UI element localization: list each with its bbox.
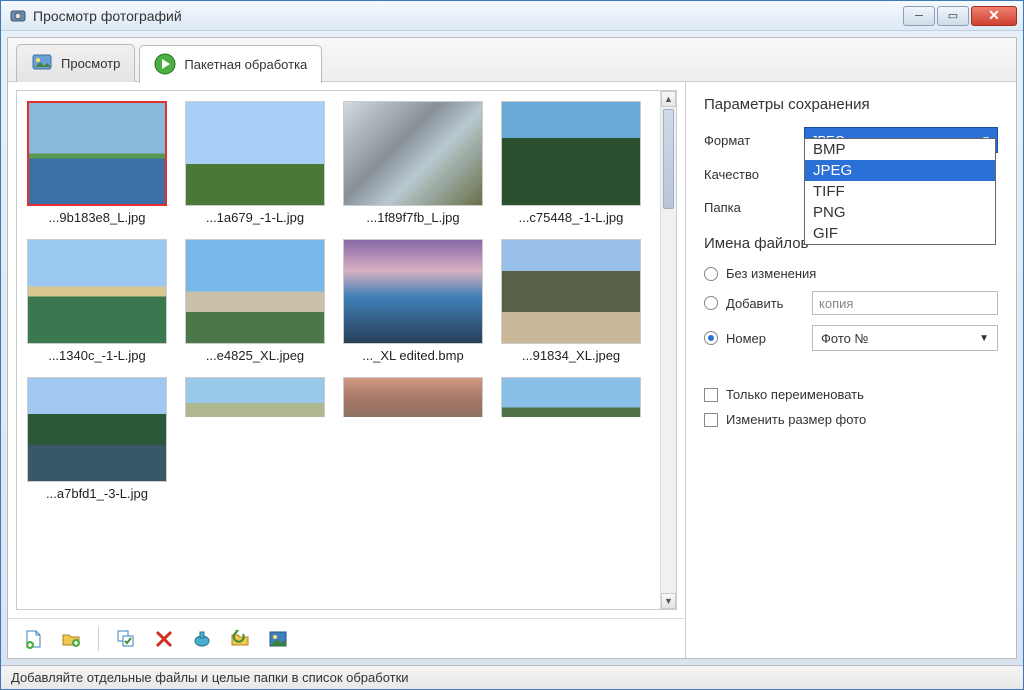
remove-icon[interactable]: [153, 628, 175, 650]
thumbnail[interactable]: ...1340c_-1-L.jpg: [27, 239, 167, 363]
no-change-row: Без изменения: [704, 266, 998, 281]
save-params-title: Параметры сохранения: [704, 96, 998, 113]
format-option[interactable]: PNG: [805, 202, 995, 223]
app-icon: [9, 7, 27, 25]
chevron-down-icon: ▼: [979, 333, 989, 344]
format-option[interactable]: TIFF: [805, 181, 995, 202]
edit-image-icon[interactable]: [267, 628, 289, 650]
thumbnail-image: [343, 239, 483, 344]
add-row: Добавить копия: [704, 291, 998, 315]
side-panel: Параметры сохранения Формат JPEG ▼ BMPJP…: [686, 82, 1016, 658]
thumbnail[interactable]: ...c75448_-1-L.jpg: [501, 101, 641, 225]
rename-only-checkbox[interactable]: [704, 388, 718, 402]
add-folder-icon[interactable]: [60, 628, 82, 650]
rotate-icon[interactable]: [229, 628, 251, 650]
add-label: Добавить: [726, 296, 804, 311]
thumbnail-label: ...91834_XL.jpeg: [501, 348, 641, 363]
photo-icon: [31, 52, 53, 74]
thumbnail-image: [501, 239, 641, 344]
tabs: Просмотр Пакетная обработка: [8, 38, 1016, 82]
scrollbar-thumb[interactable]: [663, 109, 674, 209]
number-radio[interactable]: [704, 331, 718, 345]
thumbnail-label: ...1a679_-1-L.jpg: [185, 210, 325, 225]
number-value: Фото №: [821, 331, 868, 346]
thumbnail[interactable]: [501, 377, 641, 501]
resize-row: Изменить размер фото: [704, 412, 998, 427]
no-change-label: Без изменения: [726, 266, 816, 281]
format-dropdown: BMPJPEGTIFFPNGGIF: [804, 138, 996, 245]
thumbnail-image: [185, 239, 325, 344]
minimize-button[interactable]: ─: [903, 6, 935, 26]
format-label: Формат: [704, 133, 794, 148]
thumbnails-pane: ...9b183e8_L.jpg ...1a679_-1-L.jpg ...1f89…: [8, 82, 686, 658]
resize-checkbox[interactable]: [704, 413, 718, 427]
tab-batch-label: Пакетная обработка: [184, 57, 307, 72]
thumbnail[interactable]: [343, 377, 483, 501]
thumbnail-image: [343, 101, 483, 206]
vertical-scrollbar[interactable]: ▲ ▼: [660, 91, 676, 609]
add-file-icon[interactable]: [22, 628, 44, 650]
format-option[interactable]: GIF: [805, 223, 995, 244]
thumbnail-image: [501, 377, 641, 417]
thumbnail-label: ...1340c_-1-L.jpg: [27, 348, 167, 363]
thumbnails-grid: ...9b183e8_L.jpg ...1a679_-1-L.jpg ...1f89…: [17, 91, 676, 511]
thumbnail[interactable]: ...9b183e8_L.jpg: [27, 101, 167, 225]
add-radio[interactable]: [704, 296, 718, 310]
thumbnail[interactable]: ...1f89f7fb_L.jpg: [343, 101, 483, 225]
close-button[interactable]: ✕: [971, 6, 1017, 26]
statusbar: Добавляйте отдельные файлы и целые папки…: [1, 665, 1023, 689]
application-window: Просмотр фотографий ─ ▭ ✕ Просмотр Пакет…: [0, 0, 1024, 690]
thumbnail-image: [343, 377, 483, 417]
thumbnail-image: [501, 101, 641, 206]
rename-only-row: Только переименовать: [704, 387, 998, 402]
thumbnail[interactable]: ...1a679_-1-L.jpg: [185, 101, 325, 225]
format-option[interactable]: JPEG: [805, 160, 995, 181]
toolbar-separator: [98, 627, 99, 651]
thumbnail-image: [27, 101, 167, 206]
number-label: Номер: [726, 331, 804, 346]
no-change-radio[interactable]: [704, 267, 718, 281]
content-area: Просмотр Пакетная обработка ...9b183e8_L…: [7, 37, 1017, 659]
thumbnail-label: ..._XL edited.bmp: [343, 348, 483, 363]
resize-label: Изменить размер фото: [726, 412, 866, 427]
thumbnail-label: ...e4825_XL.jpeg: [185, 348, 325, 363]
thumbnail[interactable]: ...a7bfd1_-3-L.jpg: [27, 377, 167, 501]
titlebar: Просмотр фотографий ─ ▭ ✕: [1, 1, 1023, 31]
thumbnail-label: ...1f89f7fb_L.jpg: [343, 210, 483, 225]
clear-icon[interactable]: [191, 628, 213, 650]
maximize-button[interactable]: ▭: [937, 6, 969, 26]
thumbnail-label: ...9b183e8_L.jpg: [27, 210, 167, 225]
select-all-icon[interactable]: [115, 628, 137, 650]
thumbnail-image: [27, 377, 167, 482]
thumbnail-image: [185, 377, 325, 417]
tab-view-label: Просмотр: [61, 56, 120, 71]
format-option[interactable]: BMP: [805, 139, 995, 160]
quality-label: Качество: [704, 167, 794, 182]
window-controls: ─ ▭ ✕: [903, 6, 1017, 26]
folder-label: Папка: [704, 200, 794, 215]
thumbnails-scroll: ...9b183e8_L.jpg ...1a679_-1-L.jpg ...1f89…: [16, 90, 677, 610]
bottom-toolbar: [8, 618, 685, 658]
window-title: Просмотр фотографий: [33, 8, 903, 24]
thumbnail[interactable]: ..._XL edited.bmp: [343, 239, 483, 363]
thumbnail-label: ...c75448_-1-L.jpg: [501, 210, 641, 225]
thumbnail-label: ...a7bfd1_-3-L.jpg: [27, 486, 167, 501]
add-suffix-input[interactable]: копия: [812, 291, 998, 315]
number-combo[interactable]: Фото № ▼: [812, 325, 998, 351]
thumbnail-image: [185, 101, 325, 206]
tab-view[interactable]: Просмотр: [16, 44, 135, 82]
tab-batch[interactable]: Пакетная обработка: [139, 45, 322, 83]
number-row: Номер Фото № ▼: [704, 325, 998, 351]
thumbnail-image: [27, 239, 167, 344]
play-icon: [154, 53, 176, 75]
status-text: Добавляйте отдельные файлы и целые папки…: [11, 670, 409, 685]
rename-only-label: Только переименовать: [726, 387, 864, 402]
scroll-up-button[interactable]: ▲: [661, 91, 676, 107]
thumbnail[interactable]: ...e4825_XL.jpeg: [185, 239, 325, 363]
main-area: ...9b183e8_L.jpg ...1a679_-1-L.jpg ...1f89…: [8, 82, 1016, 658]
scroll-down-button[interactable]: ▼: [661, 593, 676, 609]
thumbnail[interactable]: [185, 377, 325, 501]
thumbnail[interactable]: ...91834_XL.jpeg: [501, 239, 641, 363]
